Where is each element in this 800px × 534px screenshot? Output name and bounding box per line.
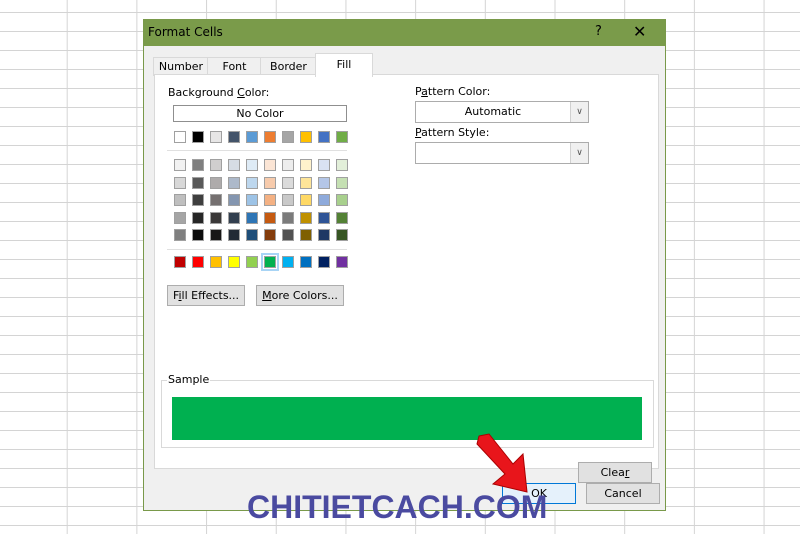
theme-color-swatch[interactable] (264, 131, 276, 143)
theme-shade-color-swatch[interactable] (264, 159, 276, 171)
theme-shade-color-swatch[interactable] (228, 211, 240, 224)
theme-shade-color-swatch[interactable] (336, 211, 348, 224)
theme-shade-color-swatch[interactable] (174, 176, 186, 189)
pattern-color-select[interactable]: Automatic ∨ (415, 101, 589, 123)
theme-color-swatch[interactable] (192, 131, 204, 143)
standard-color-swatch[interactable] (246, 256, 258, 268)
theme-shade-color-swatch[interactable] (192, 194, 204, 206)
standard-color-swatch[interactable] (228, 256, 240, 268)
fill-effects-button[interactable]: Fill Effects... (167, 285, 245, 306)
theme-shade-color-swatch[interactable] (282, 176, 294, 189)
format-cells-dialog: Format Cells ? ✕ Number Font Border Fill… (143, 19, 666, 511)
theme-shade-color-swatch[interactable] (228, 159, 240, 171)
theme-shade-color-swatch[interactable] (336, 229, 348, 241)
theme-shade-color-swatch[interactable] (318, 176, 330, 189)
theme-shade-color-swatch[interactable] (174, 159, 186, 171)
theme-color-swatch[interactable] (210, 131, 222, 143)
theme-shade-color-swatch[interactable] (300, 159, 312, 171)
pattern-style-label: Pattern Style: (415, 126, 490, 139)
theme-shade-color-swatch[interactable] (174, 211, 186, 224)
theme-shade-color-swatch[interactable] (300, 176, 312, 189)
theme-color-swatch[interactable] (336, 131, 348, 143)
theme-shade-color-swatch[interactable] (264, 229, 276, 241)
standard-color-swatch[interactable] (174, 256, 186, 268)
theme-shade-color-swatch[interactable] (174, 229, 186, 241)
clear-button[interactable]: Clear (578, 462, 652, 483)
title-bar[interactable]: Format Cells ? ✕ (144, 20, 665, 46)
sample-color-preview (172, 397, 642, 440)
theme-shade-color-swatch[interactable] (192, 176, 204, 189)
chevron-down-icon[interactable]: ∨ (570, 102, 588, 122)
theme-shade-color-swatch[interactable] (210, 194, 222, 206)
pattern-style-select[interactable]: ∨ (415, 142, 589, 164)
theme-shade-color-swatch[interactable] (228, 176, 240, 189)
theme-color-swatch[interactable] (174, 131, 186, 143)
theme-color-swatch[interactable] (318, 131, 330, 143)
theme-shade-color-swatch[interactable] (210, 176, 222, 189)
help-icon[interactable]: ? (595, 24, 602, 39)
no-color-button[interactable]: No Color (173, 105, 347, 122)
standard-color-swatch[interactable] (300, 256, 312, 268)
theme-shade-color-swatch[interactable] (246, 194, 258, 206)
pattern-color-label: Pattern Color: (415, 85, 491, 98)
more-colors-button[interactable]: More Colors... (256, 285, 344, 306)
theme-shade-color-swatch[interactable] (318, 229, 330, 241)
theme-color-swatch[interactable] (228, 131, 240, 143)
tab-fill[interactable]: Fill (315, 53, 373, 77)
theme-shade-color-swatch[interactable] (246, 176, 258, 189)
standard-color-swatch[interactable] (282, 256, 294, 268)
fill-panel: Background Color: No Color Fill Effects.… (154, 74, 659, 483)
standard-color-swatch[interactable] (336, 256, 348, 268)
theme-shade-color-swatch[interactable] (336, 159, 348, 171)
close-icon[interactable]: ✕ (633, 22, 646, 41)
theme-shade-color-swatch[interactable] (228, 194, 240, 206)
theme-shade-color-swatch[interactable] (282, 211, 294, 224)
theme-shade-color-swatch[interactable] (282, 229, 294, 241)
theme-shade-color-swatch[interactable] (246, 159, 258, 171)
theme-shade-color-swatch[interactable] (174, 194, 186, 206)
chevron-down-icon[interactable]: ∨ (570, 143, 588, 163)
theme-color-swatch[interactable] (300, 131, 312, 143)
theme-shade-color-swatch[interactable] (300, 194, 312, 206)
sample-label: Sample (167, 373, 211, 386)
theme-color-swatch[interactable] (282, 131, 294, 143)
background-color-label: Background Color: (168, 86, 270, 99)
theme-shade-color-swatch[interactable] (282, 194, 294, 206)
theme-shade-color-swatch[interactable] (318, 194, 330, 206)
theme-color-swatch[interactable] (246, 131, 258, 143)
standard-color-swatch[interactable] (210, 256, 222, 268)
theme-shade-color-swatch[interactable] (336, 176, 348, 189)
dialog-title: Format Cells (148, 25, 223, 39)
theme-shade-color-swatch[interactable] (300, 211, 312, 224)
theme-shade-color-swatch[interactable] (228, 229, 240, 241)
watermark-text: CHITIETCACH.COM (247, 489, 548, 525)
standard-color-swatch[interactable] (261, 253, 279, 271)
theme-shade-color-swatch[interactable] (318, 211, 330, 224)
theme-shade-color-swatch[interactable] (192, 159, 204, 171)
theme-shade-color-swatch[interactable] (246, 211, 258, 224)
theme-shade-color-swatch[interactable] (264, 176, 276, 189)
palette-separator (167, 249, 347, 250)
palette-separator (167, 150, 347, 151)
theme-shade-color-swatch[interactable] (264, 194, 276, 206)
theme-shade-color-swatch[interactable] (210, 159, 222, 171)
theme-shade-color-swatch[interactable] (336, 194, 348, 206)
theme-shade-color-swatch[interactable] (264, 211, 276, 224)
standard-color-swatch[interactable] (318, 256, 330, 268)
theme-shade-color-swatch[interactable] (192, 229, 204, 241)
theme-shade-color-swatch[interactable] (300, 229, 312, 241)
cancel-button[interactable]: Cancel (586, 483, 660, 504)
theme-shade-color-swatch[interactable] (282, 159, 294, 171)
standard-color-swatch[interactable] (192, 256, 204, 268)
theme-shade-color-swatch[interactable] (246, 229, 258, 241)
theme-shade-color-swatch[interactable] (192, 211, 204, 224)
theme-shade-color-swatch[interactable] (210, 211, 222, 224)
theme-shade-color-swatch[interactable] (210, 229, 222, 241)
pattern-color-value: Automatic (464, 105, 522, 118)
sample-group: Sample (161, 373, 654, 448)
theme-shade-color-swatch[interactable] (318, 159, 330, 171)
